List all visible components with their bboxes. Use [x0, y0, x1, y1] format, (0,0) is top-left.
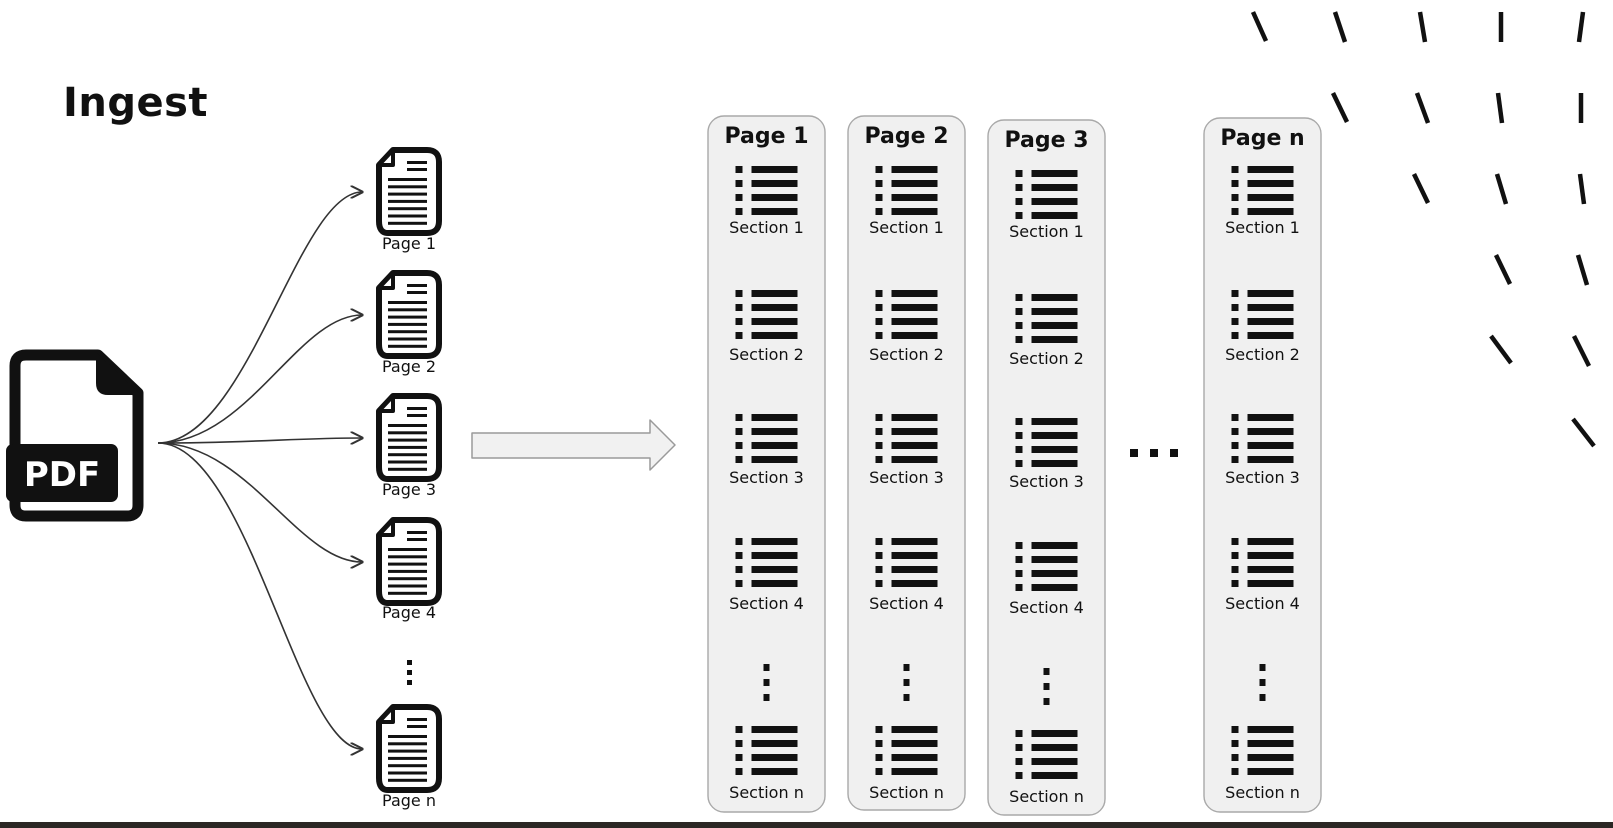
section-label: Section 4 — [1225, 594, 1300, 613]
spinner-tick — [1495, 92, 1505, 124]
page-columns: Page 1 Section 1 Section 2 Section 3 Section… — [707, 115, 1322, 816]
section-label: Section n — [1225, 783, 1300, 802]
section-label: Section 2 — [1009, 349, 1084, 368]
page-column: Page n Section 1 Section 2 Section 3 Section… — [1203, 117, 1322, 813]
section-label: Section 1 — [869, 218, 944, 237]
split-arrow — [157, 438, 362, 443]
split-arrow — [157, 442, 362, 749]
ellipsis-dot — [1043, 683, 1050, 690]
pdf-file-icon: PDF — [6, 349, 144, 522]
section-label: Section 2 — [869, 345, 944, 364]
section-label: Section 3 — [729, 468, 804, 487]
section-label: Section 2 — [1225, 345, 1300, 364]
spinner-tick — [1332, 11, 1348, 43]
page-label: Page 4 — [382, 603, 436, 622]
ellipsis-dot — [1170, 449, 1178, 457]
spinner-tick — [1414, 92, 1431, 124]
ellipsis-dot — [763, 664, 770, 671]
section-label: Section 1 — [1009, 222, 1084, 241]
spinner-tick — [1576, 11, 1586, 43]
ellipsis-dot — [1130, 449, 1138, 457]
spinner-tick — [1577, 173, 1587, 205]
ellipsis-dot — [903, 679, 910, 686]
section-label: Section 4 — [729, 594, 804, 613]
section-label: Section 1 — [1225, 218, 1300, 237]
section-label: Section 2 — [729, 345, 804, 364]
spinner-tick — [1494, 173, 1509, 205]
document-icon — [376, 704, 442, 793]
ellipsis-dot — [1259, 679, 1266, 686]
section-label: Section 3 — [869, 468, 944, 487]
spinner-tick — [1417, 11, 1428, 43]
ellipsis-dot — [1259, 664, 1266, 671]
ellipsis-dot — [763, 694, 770, 701]
spinner-tick — [1575, 254, 1590, 286]
spinner-tick — [1411, 173, 1431, 204]
document-icon — [376, 517, 442, 606]
ellipsis-dot — [763, 679, 770, 686]
split-arrows — [157, 192, 362, 749]
ellipsis-dot — [407, 660, 412, 665]
section-label: Section n — [1009, 787, 1084, 806]
document-icon — [376, 147, 442, 236]
spinner-tick — [1489, 334, 1513, 365]
page-column: Page 1 Section 1 Section 2 Section 3 Section… — [707, 115, 826, 813]
page-column-title: Page n — [1220, 126, 1304, 151]
ellipsis-dot — [1043, 668, 1050, 675]
spinner-tick — [1571, 334, 1592, 368]
bottom-bar — [0, 822, 1613, 828]
section-label: Section 3 — [1009, 472, 1084, 491]
section-label: Section 4 — [869, 594, 944, 613]
split-arrow — [157, 315, 362, 444]
page-column-title: Page 2 — [864, 124, 948, 149]
page-label: Page 3 — [382, 480, 436, 499]
page-label: Page n — [382, 791, 436, 810]
section-label: Section 4 — [1009, 598, 1084, 617]
section-label: Section n — [869, 783, 944, 802]
page-column-title: Page 3 — [1004, 128, 1088, 153]
split-arrow — [157, 442, 362, 562]
section-label: Section n — [729, 783, 804, 802]
page-label: Page 1 — [382, 234, 436, 253]
ellipsis-dot — [903, 664, 910, 671]
ellipsis-dot — [407, 670, 412, 675]
spinner-tick — [1571, 417, 1596, 448]
page-column: Page 2 Section 1 Section 2 Section 3 Section… — [847, 115, 966, 811]
document-icon — [376, 270, 442, 359]
ellipsis-dot — [407, 680, 412, 685]
document-icon — [376, 393, 442, 482]
ellipsis-dot — [903, 694, 910, 701]
spinner-tick — [1493, 254, 1513, 285]
ingest-diagram: PDF Page 1 Page 2 Page 3 Page 4 Page n Page … — [6, 11, 1596, 816]
ellipsis-dot — [1043, 698, 1050, 705]
page-column-title: Page 1 — [724, 124, 808, 149]
section-label: Section 1 — [729, 218, 804, 237]
page-label: Page 2 — [382, 357, 436, 376]
page-column: Page 3 Section 1 Section 2 Section 3 Section… — [987, 119, 1106, 816]
horizontal-ellipsis-icon — [1130, 449, 1178, 457]
ellipsis-dot — [1259, 694, 1266, 701]
split-pages: Page 1 Page 2 Page 3 Page 4 Page n — [376, 147, 442, 810]
block-arrow-right-icon — [471, 419, 676, 471]
spinner-tick — [1330, 92, 1350, 123]
ellipsis-dot — [1150, 449, 1158, 457]
pdf-label: PDF — [24, 455, 100, 495]
spinner-tick — [1250, 11, 1269, 42]
section-label: Section 3 — [1225, 468, 1300, 487]
split-arrow — [157, 192, 362, 444]
